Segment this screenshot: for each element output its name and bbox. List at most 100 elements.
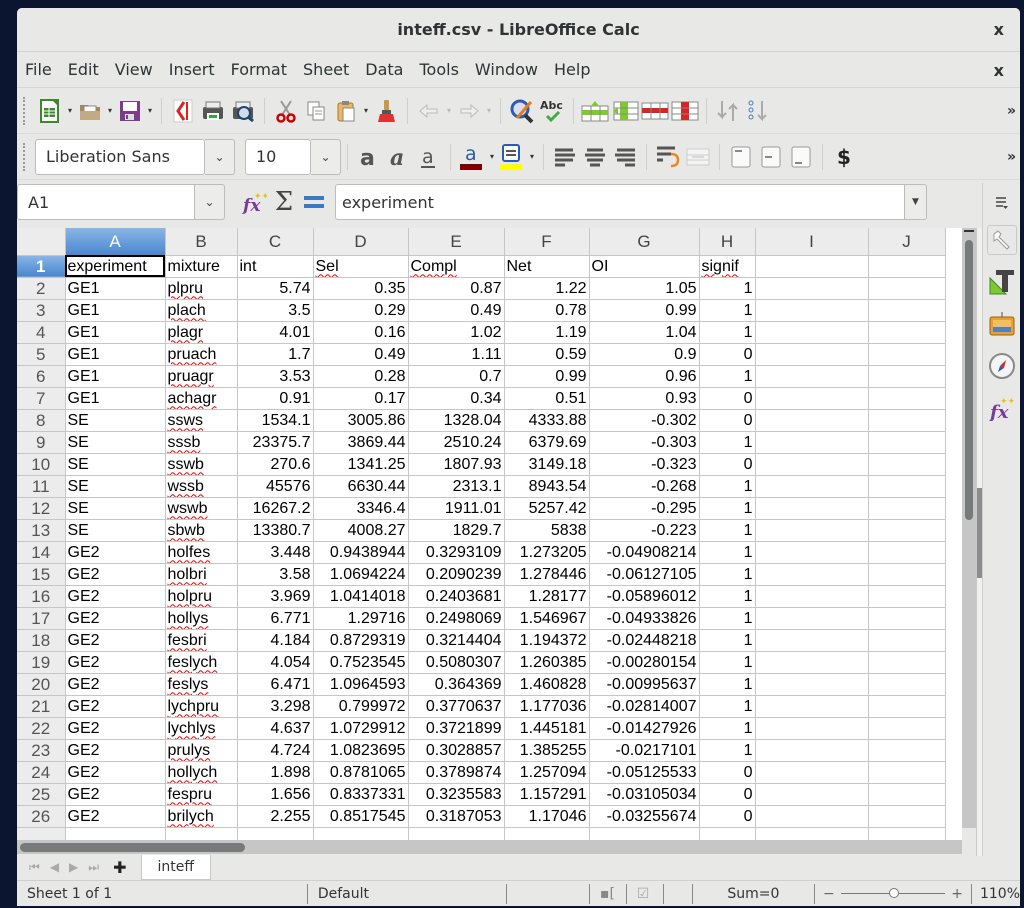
cell-d21[interactable]: 0.799972 xyxy=(313,695,409,718)
cell-h10[interactable]: 0 xyxy=(699,453,756,476)
properties-icon[interactable] xyxy=(986,225,1017,255)
menu-sheet[interactable]: Sheet xyxy=(303,60,349,79)
redo-icon[interactable] xyxy=(455,97,483,125)
cell-f15[interactable]: 1.278446 xyxy=(504,563,590,586)
column-header-d[interactable]: D xyxy=(313,228,409,256)
cell-i19[interactable] xyxy=(755,651,869,674)
zoom-percent[interactable]: 110% xyxy=(972,886,1020,902)
sheet-tab-inteff[interactable]: inteff xyxy=(140,854,212,880)
vertical-scroll-thumb[interactable] xyxy=(965,240,973,520)
sort-icon[interactable] xyxy=(714,97,742,125)
cell-g10[interactable]: -0.323 xyxy=(589,453,700,476)
cell-g21[interactable]: -0.02814007 xyxy=(589,695,700,718)
cell-b18[interactable]: fesbri xyxy=(165,629,238,652)
cell-e21[interactable]: 0.3770637 xyxy=(408,695,505,718)
cell-h2[interactable]: 1 xyxy=(699,277,756,300)
menu-insert[interactable]: Insert xyxy=(169,60,215,79)
cell-i2[interactable] xyxy=(755,277,869,300)
cell-h13[interactable]: 1 xyxy=(699,519,756,542)
underline-icon[interactable]: a xyxy=(415,143,443,171)
row-header[interactable]: 24 xyxy=(17,761,66,784)
row-header[interactable]: 7 xyxy=(17,387,66,410)
cell-b20[interactable]: feslys xyxy=(165,673,238,696)
cell-g2[interactable]: 1.05 xyxy=(589,277,700,300)
cell-e20[interactable]: 0.364369 xyxy=(408,673,505,696)
cell-i7[interactable] xyxy=(755,387,869,410)
row-header[interactable]: 25 xyxy=(17,783,66,806)
cell-b19[interactable]: feslych xyxy=(165,651,238,674)
cell-e26[interactable]: 0.3187053 xyxy=(408,805,505,828)
cell-i16[interactable] xyxy=(755,585,869,608)
cell-i18[interactable] xyxy=(755,629,869,652)
cell-e9[interactable]: 2510.24 xyxy=(408,431,505,454)
cell-f1[interactable]: Net xyxy=(504,255,590,278)
horizontal-scrollbar[interactable] xyxy=(17,840,962,854)
save-dropdown[interactable]: ▾ xyxy=(145,106,155,115)
cell-g14[interactable]: -0.04908214 xyxy=(589,541,700,564)
column-header-g[interactable]: G xyxy=(589,228,700,256)
cell-i6[interactable] xyxy=(755,365,869,388)
formula-equals-icon[interactable] xyxy=(300,188,328,216)
row-header[interactable]: 15 xyxy=(17,563,66,586)
cell-i13[interactable] xyxy=(755,519,869,542)
cell-c26[interactable]: 2.255 xyxy=(237,805,314,828)
cell-e1[interactable]: Compl xyxy=(408,255,505,278)
cell-c17[interactable]: 6.771 xyxy=(237,607,314,630)
cell-i20[interactable] xyxy=(755,673,869,696)
cell-d8[interactable]: 3005.86 xyxy=(313,409,409,432)
cell-d18[interactable]: 0.8729319 xyxy=(313,629,409,652)
cell-a1[interactable]: experiment xyxy=(65,255,166,278)
zoom-in-button[interactable]: + xyxy=(951,886,963,902)
cell-g11[interactable]: -0.268 xyxy=(589,475,700,498)
menu-view[interactable]: View xyxy=(115,60,153,79)
cell-a9[interactable]: SE xyxy=(65,431,166,454)
cell-j21[interactable] xyxy=(868,695,946,718)
cell-a13[interactable]: SE xyxy=(65,519,166,542)
cell-b9[interactable]: sssb xyxy=(165,431,238,454)
cell-h20[interactable]: 1 xyxy=(699,673,756,696)
cell-e19[interactable]: 0.5080307 xyxy=(408,651,505,674)
menu-file[interactable]: File xyxy=(25,60,52,79)
cell-b2[interactable]: plpru xyxy=(165,277,238,300)
cell-c25[interactable]: 1.656 xyxy=(237,783,314,806)
column-header-j[interactable]: J xyxy=(868,228,946,256)
cell-a22[interactable]: GE2 xyxy=(65,717,166,740)
cell-c20[interactable]: 6.471 xyxy=(237,673,314,696)
row-header[interactable]: 22 xyxy=(17,717,66,740)
menu-data[interactable]: Data xyxy=(365,60,403,79)
menu-format[interactable]: Format xyxy=(231,60,287,79)
delete-row-icon[interactable] xyxy=(641,97,669,125)
cell-c5[interactable]: 1.7 xyxy=(237,343,314,366)
navigator-icon[interactable] xyxy=(987,351,1017,381)
menu-window[interactable]: Window xyxy=(475,60,538,79)
cell-j1[interactable] xyxy=(868,255,946,278)
row-header[interactable]: 6 xyxy=(17,365,66,388)
highlight-color-icon[interactable] xyxy=(498,143,526,171)
cell-i24[interactable] xyxy=(755,761,869,784)
row-header[interactable]: 23 xyxy=(17,739,66,762)
name-box[interactable]: A1 xyxy=(17,184,195,220)
zoom-out-button[interactable]: − xyxy=(823,886,835,902)
cell-a2[interactable]: GE1 xyxy=(65,277,166,300)
first-sheet-button[interactable]: ⏮ xyxy=(29,860,40,875)
column-header-a[interactable]: A xyxy=(65,228,166,256)
new-dropdown[interactable]: ▾ xyxy=(65,106,75,115)
cell-d7[interactable]: 0.17 xyxy=(313,387,409,410)
cell-b4[interactable]: plagr xyxy=(165,321,238,344)
cell-a3[interactable]: GE1 xyxy=(65,299,166,322)
cell-h15[interactable]: 1 xyxy=(699,563,756,586)
insert-mode-icon[interactable]: ▪[ xyxy=(590,883,627,904)
open-dropdown[interactable]: ▾ xyxy=(105,106,115,115)
cell-i1[interactable] xyxy=(755,255,869,278)
sum-display[interactable]: Sum=0 xyxy=(693,883,815,904)
toolbar-grip[interactable] xyxy=(23,142,27,171)
cell-f11[interactable]: 8943.54 xyxy=(504,475,590,498)
cell-f19[interactable]: 1.260385 xyxy=(504,651,590,674)
cell-d11[interactable]: 6630.44 xyxy=(313,475,409,498)
cell-c14[interactable]: 3.448 xyxy=(237,541,314,564)
row-header[interactable]: 4 xyxy=(17,321,66,344)
cell-c7[interactable]: 0.91 xyxy=(237,387,314,410)
cell-c18[interactable]: 4.184 xyxy=(237,629,314,652)
cell-c2[interactable]: 5.74 xyxy=(237,277,314,300)
cell-g4[interactable]: 1.04 xyxy=(589,321,700,344)
